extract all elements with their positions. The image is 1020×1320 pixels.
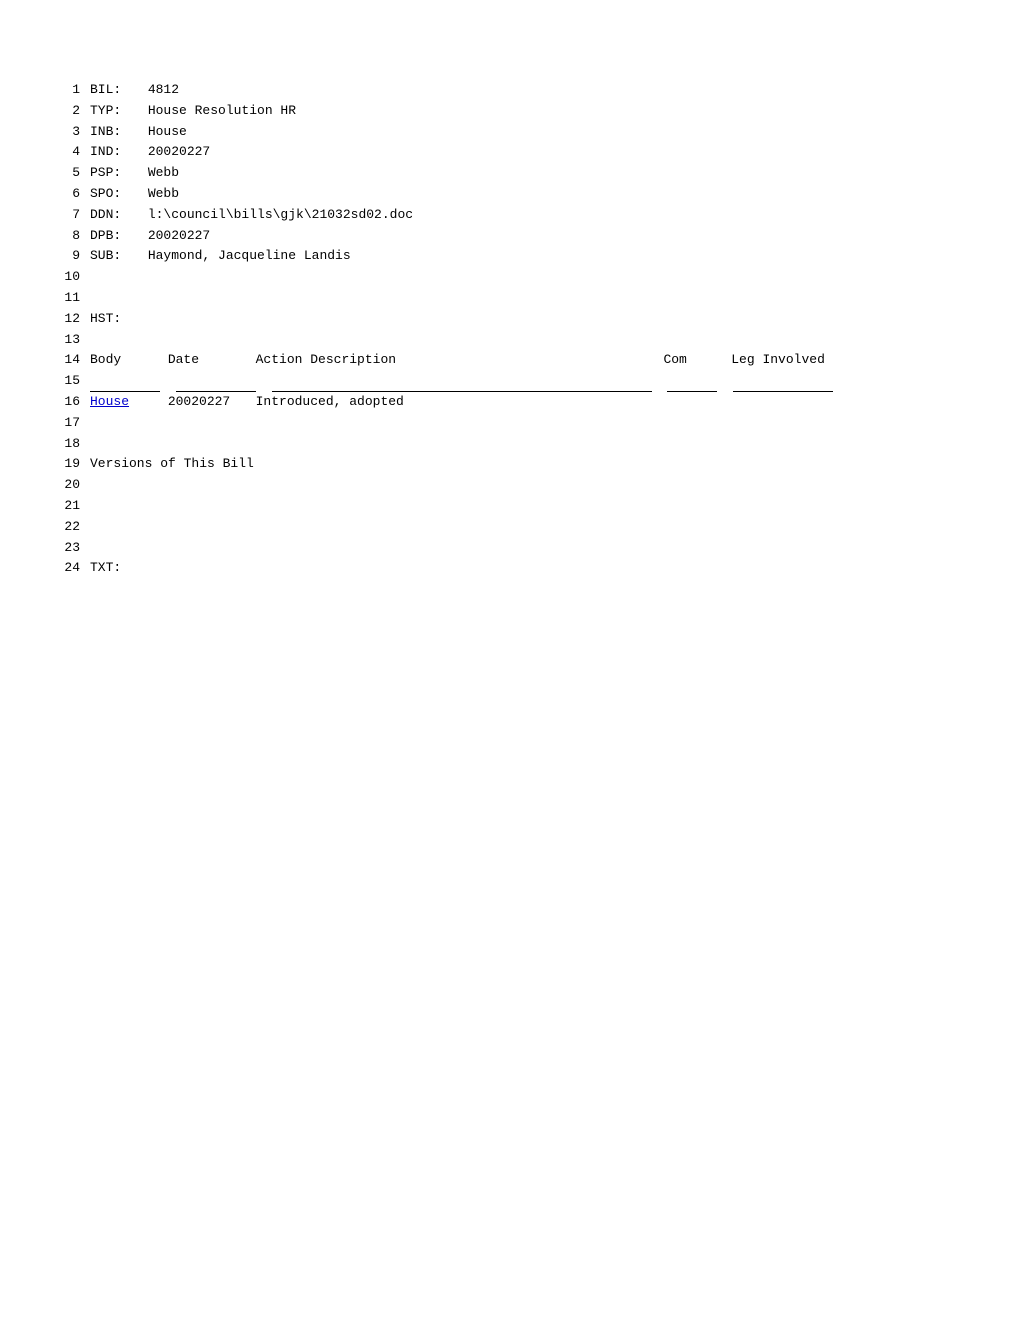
col-header-date: Date [168, 350, 248, 371]
txt-label: TXT: [90, 558, 140, 579]
ddn-label: DDN: [90, 205, 140, 226]
line-24: 24 TXT: [60, 558, 960, 579]
line-16-history-row: 16 House 20020227 Introduced, adopted [60, 392, 960, 413]
history-action: Introduced, adopted [256, 392, 656, 413]
document-container: 1 BIL: 4812 2 TYP: House Resolution HR 3… [60, 80, 960, 579]
hst-label: HST: [90, 309, 140, 330]
dpb-label: DPB: [90, 226, 140, 247]
psp-value: Webb [148, 165, 179, 180]
ddn-value: l:\council\bills\gjk\21032sd02.doc [148, 207, 413, 222]
inb-label: INB: [90, 122, 140, 143]
psp-label: PSP: [90, 163, 140, 184]
col-header-body: Body [90, 350, 160, 371]
line-21: 21 [60, 496, 960, 517]
line-12: 12 HST: [60, 309, 960, 330]
col-header-com: Com [663, 350, 723, 371]
line-11: 11 [60, 288, 960, 309]
line-22: 22 [60, 517, 960, 538]
ind-value: 20020227 [148, 144, 210, 159]
line-7: 7 DDN: l:\council\bills\gjk\21032sd02.do… [60, 205, 960, 226]
sub-value: Haymond, Jacqueline Landis [148, 248, 351, 263]
sub-label: SUB: [90, 246, 140, 267]
bil-value: 4812 [148, 82, 179, 97]
spo-label: SPO: [90, 184, 140, 205]
line-9: 9 SUB: Haymond, Jacqueline Landis [60, 246, 960, 267]
line-4: 4 IND: 20020227 [60, 142, 960, 163]
line-13: 13 [60, 330, 960, 351]
line-18: 18 [60, 434, 960, 455]
inb-value: House [148, 124, 187, 139]
line-15-separator: 15 [60, 371, 960, 392]
line-8: 8 DPB: 20020227 [60, 226, 960, 247]
typ-label: TYP: [90, 101, 140, 122]
history-body-link[interactable]: House [90, 392, 160, 413]
line-6: 6 SPO: Webb [60, 184, 960, 205]
col-header-leg: Leg Involved [731, 350, 825, 371]
line-10: 10 [60, 267, 960, 288]
line-2: 2 TYP: House Resolution HR [60, 101, 960, 122]
line-23: 23 [60, 538, 960, 559]
dpb-value: 20020227 [148, 228, 210, 243]
line-5: 5 PSP: Webb [60, 163, 960, 184]
versions-text: Versions of This Bill [90, 454, 960, 475]
bil-label: BIL: [90, 80, 140, 101]
spo-value: Webb [148, 186, 179, 201]
ind-label: IND: [90, 142, 140, 163]
line-1: 1 BIL: 4812 [60, 80, 960, 101]
line-19-versions: 19 Versions of This Bill [60, 454, 960, 475]
line-3: 3 INB: House [60, 122, 960, 143]
history-date: 20020227 [168, 392, 248, 413]
col-header-action: Action Description [256, 350, 656, 371]
line-20: 20 [60, 475, 960, 496]
line-17: 17 [60, 413, 960, 434]
typ-value: House Resolution HR [148, 103, 296, 118]
line-14-header: 14 Body Date Action Description Com Leg … [60, 350, 960, 371]
